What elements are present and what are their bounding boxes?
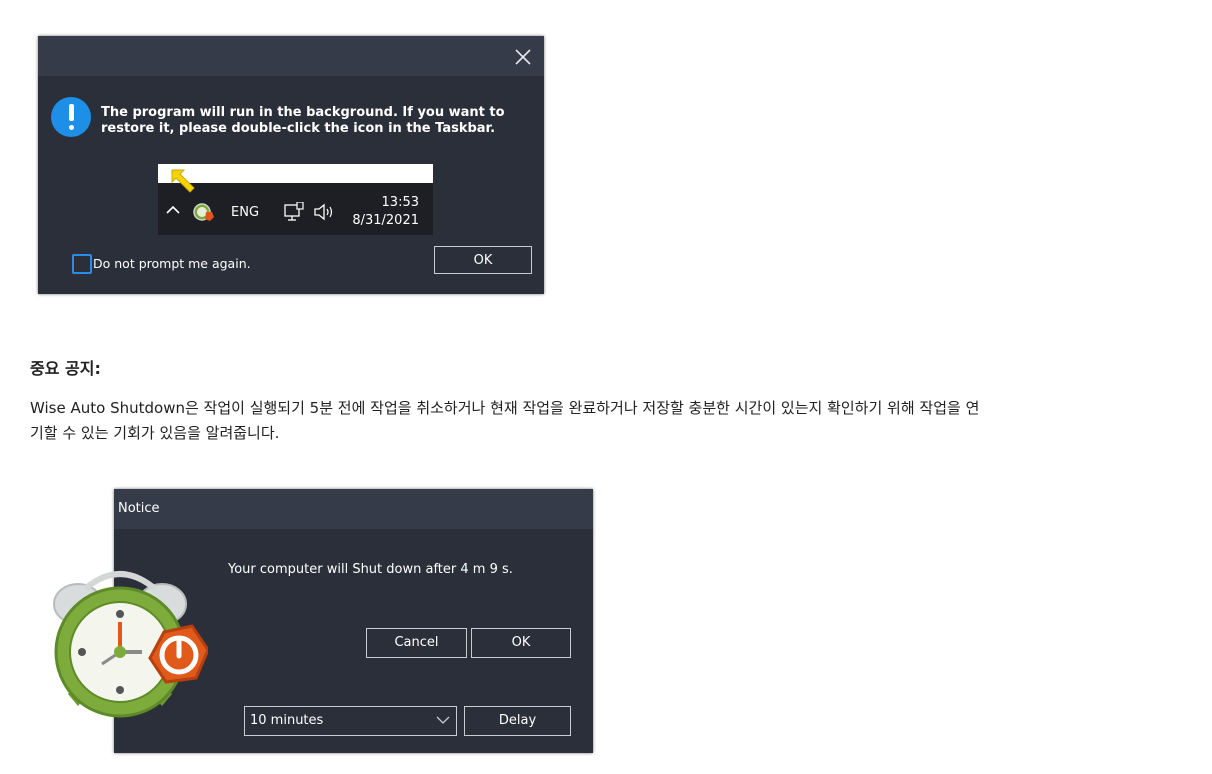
- notice-titlebar: Notice: [114, 489, 593, 529]
- section-paragraph: Wise Auto Shutdown은 작업이 실행되기 5분 전에 작업을 취…: [30, 399, 980, 442]
- dialog-message: The program will run in the background. …: [101, 105, 505, 136]
- shutdown-countdown-message: Your computer will Shut down after 4 m 9…: [228, 562, 513, 577]
- delay-duration-value: 10 minutes: [250, 713, 324, 728]
- clock-time: 13:53: [381, 195, 419, 210]
- chevron-up-icon: [166, 205, 180, 214]
- close-icon[interactable]: [510, 44, 536, 70]
- do-not-prompt-label[interactable]: Do not prompt me again.: [93, 256, 251, 271]
- ok-button[interactable]: OK: [471, 628, 571, 658]
- language-indicator: ENG: [231, 205, 260, 220]
- wise-shutdown-tray-icon: [193, 203, 214, 221]
- delay-duration-select[interactable]: 10 minutes: [244, 706, 457, 736]
- info-icon: [51, 97, 91, 137]
- network-icon: [284, 202, 304, 221]
- notice-title: Notice: [118, 501, 160, 516]
- do-not-prompt-checkbox[interactable]: [72, 254, 92, 274]
- volume-icon: [314, 203, 333, 221]
- wise-auto-shutdown-logo-icon: [53, 571, 208, 718]
- taskbar-preview-image: ENG 13:53 8/31/2021: [158, 164, 433, 235]
- delay-button[interactable]: Delay: [464, 706, 571, 736]
- ok-button[interactable]: OK: [434, 246, 532, 274]
- dialog-titlebar: [38, 36, 544, 76]
- clock: 13:53 8/31/2021: [352, 194, 419, 230]
- section-heading: 중요 공지:: [30, 359, 101, 378]
- cancel-button[interactable]: Cancel: [366, 628, 467, 658]
- arrow-pointer-icon: [171, 169, 195, 193]
- chevron-down-icon: [436, 716, 450, 724]
- clock-date: 8/31/2021: [352, 213, 419, 228]
- background-run-dialog: The program will run in the background. …: [38, 36, 544, 294]
